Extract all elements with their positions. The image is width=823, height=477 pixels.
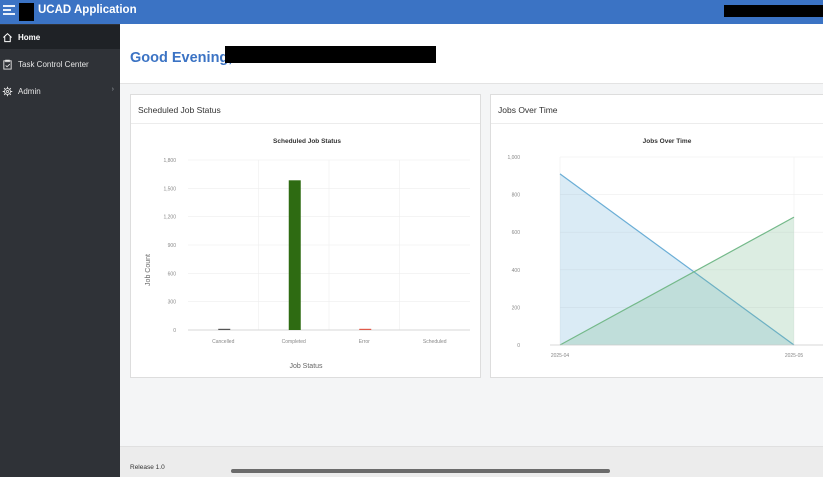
x-tick-label: Scheduled xyxy=(423,339,447,345)
x-tick-label: Completed xyxy=(282,339,306,345)
top-header-bar: UCAD Application xyxy=(0,0,823,24)
chart-title: Jobs Over Time xyxy=(643,138,692,145)
greeting-text: Good Evening, xyxy=(130,50,233,66)
bar-chart: Scheduled Job Status Job Status Job Coun… xyxy=(145,138,470,370)
y-axis-label: Job Count xyxy=(145,254,152,286)
y-tick-label: 400 xyxy=(512,268,521,274)
greeting-region: Good Evening, xyxy=(120,24,823,84)
app-title[interactable]: UCAD Application xyxy=(38,4,137,16)
sidebar-item-admin[interactable]: Admin › xyxy=(0,79,120,103)
card-title: Scheduled Job Status xyxy=(138,105,221,115)
sidebar-item-label: Task Control Center xyxy=(18,59,89,69)
release-version: Release 1.0 xyxy=(130,464,165,471)
y-tick-label: 200 xyxy=(512,305,521,311)
x-tick-label: Error xyxy=(359,339,370,345)
y-tick-label: 0 xyxy=(173,328,176,334)
y-tick-label: 1,200 xyxy=(163,215,176,221)
y-tick-label: 1,000 xyxy=(507,155,520,161)
sidebar-item-label: Home xyxy=(18,32,41,42)
y-tick-label: 800 xyxy=(512,193,521,199)
x-tick-label: Cancelled xyxy=(212,339,234,345)
y-tick-label: 0 xyxy=(517,343,520,349)
y-tick-label: 300 xyxy=(168,300,177,306)
y-tick-label: 1,800 xyxy=(163,158,176,164)
chart-title: Scheduled Job Status xyxy=(273,138,341,145)
y-tick-label: 600 xyxy=(168,271,177,277)
sidebar-item-home[interactable]: Home xyxy=(0,25,120,49)
horizontal-scrollbar[interactable] xyxy=(231,469,610,473)
x-tick-label: 2025-05 xyxy=(785,353,804,359)
user-menu-redacted[interactable] xyxy=(724,5,823,17)
card-title: Jobs Over Time xyxy=(498,105,558,115)
y-tick-label: 600 xyxy=(512,230,521,236)
jobs-over-time-card: Jobs Over Time Jobs Over Time 1,000 800 60… xyxy=(490,94,823,378)
y-tick-label: 1,500 xyxy=(163,186,176,192)
sidebar-item-label: Admin xyxy=(18,86,41,96)
bar-error xyxy=(359,328,372,330)
app-logo xyxy=(19,3,34,21)
area-chart: Jobs Over Time 1,000 800 600 400 200 0 2025-04… xyxy=(507,138,823,359)
gear-icon xyxy=(0,84,16,98)
scheduled-job-status-card: Scheduled Job Status Scheduled Job Statu… xyxy=(130,94,481,378)
chevron-right-icon: › xyxy=(111,86,114,93)
bar-cancelled xyxy=(218,328,231,330)
y-tick-label: 900 xyxy=(168,243,177,249)
x-axis-label: Job Status xyxy=(289,363,323,370)
x-tick-label: 2025-04 xyxy=(551,353,570,359)
hamburger-menu-icon[interactable] xyxy=(3,5,15,17)
main-content: Good Evening, Scheduled Job Status Sched… xyxy=(120,24,823,477)
task-clipboard-icon xyxy=(0,57,16,71)
user-name-redacted xyxy=(225,46,436,63)
sidebar-nav: Home Task Control Center Admin › xyxy=(0,24,120,477)
sidebar-item-task-control-center[interactable]: Task Control Center xyxy=(0,52,120,76)
bar-completed xyxy=(288,180,301,330)
home-icon xyxy=(0,30,16,44)
